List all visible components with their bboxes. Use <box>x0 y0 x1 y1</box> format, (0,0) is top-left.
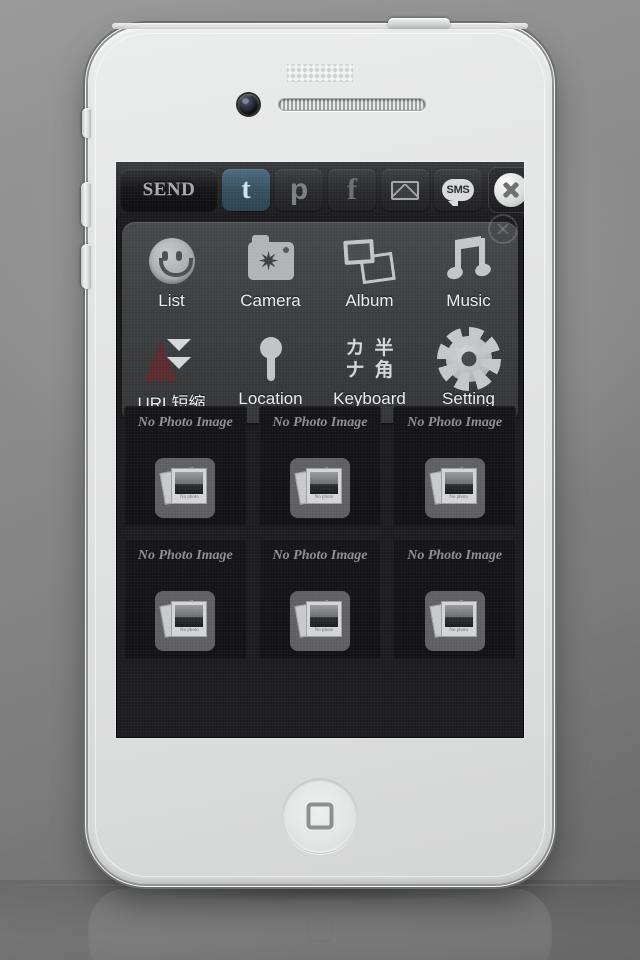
mute-switch[interactable] <box>82 108 91 138</box>
iphone-device: SEND t p f SMS List ✷ Camera Album Music… <box>81 18 552 884</box>
kana-char: 角 <box>374 358 394 381</box>
gallery-thumb[interactable]: No Photo Image No photo <box>258 539 382 659</box>
tool-camera-label: Camera <box>240 291 301 310</box>
kana-hankaku-icon: カ 半 ナ 角 <box>341 333 399 385</box>
proximity-sensor-dots <box>287 64 353 82</box>
close-icon <box>494 173 524 207</box>
gallery-thumb[interactable]: No Photo Image No photo <box>393 406 516 526</box>
photo-stack-icon: No photo <box>289 591 350 651</box>
twitter-share-button[interactable]: t <box>222 169 270 211</box>
power-button[interactable] <box>388 18 450 29</box>
posterous-icon: p <box>289 173 309 206</box>
facebook-share-button[interactable]: f <box>328 169 376 211</box>
home-button[interactable] <box>282 778 358 854</box>
smiley-icon <box>148 235 195 287</box>
screenshot-stage: SEND t p f SMS List ✷ Camera Album Music… <box>0 0 640 960</box>
tool-list-label: List <box>158 291 185 310</box>
thumb-caption: No Photo Image <box>137 548 233 563</box>
reflection-home-button <box>281 890 359 960</box>
music-note-icon <box>445 235 492 287</box>
kana-char: 半 <box>374 336 394 359</box>
photo-gallery-grid: No Photo Image No photo No Photo Image N… <box>116 394 524 671</box>
gallery-thumb[interactable]: No Photo Image No photo <box>393 539 516 659</box>
device-reflection <box>88 888 552 960</box>
url-shorten-icon <box>144 333 199 385</box>
tool-row-primary: List ✷ Camera Album Music <box>122 222 518 320</box>
tool-music-label: Music <box>446 291 491 310</box>
photo-stack-icon: No photo <box>289 458 350 518</box>
gallery-thumb[interactable]: No Photo Image No photo <box>258 406 382 526</box>
sms-icon-label: SMS <box>446 184 470 196</box>
earpiece-speaker-grille <box>278 98 426 111</box>
photo-stack-icon-caption: No photo <box>179 628 199 633</box>
volume-down-button[interactable] <box>81 244 91 289</box>
gear-icon <box>445 333 492 385</box>
ghost-close-icon <box>488 214 518 244</box>
photo-stack-icon: No photo <box>155 591 216 651</box>
sms-share-button[interactable]: SMS <box>434 169 482 211</box>
photo-stack-icon-caption: No photo <box>314 495 334 500</box>
top-edge-highlight <box>112 23 528 29</box>
tool-camera[interactable]: ✷ Camera <box>221 222 320 320</box>
tool-album[interactable]: Album <box>320 222 419 320</box>
close-button[interactable] <box>488 167 524 213</box>
camera-icon: ✷ <box>247 235 294 287</box>
tool-panel: List ✷ Camera Album Music URL短縮 Location… <box>122 222 518 423</box>
thumb-caption: No Photo Image <box>407 415 503 430</box>
sms-icon: SMS <box>442 179 474 206</box>
gallery-thumb[interactable]: No Photo Image No photo <box>124 539 247 659</box>
photo-stack-icon-caption: No photo <box>179 495 199 500</box>
mail-share-button[interactable] <box>381 169 429 211</box>
photo-stack-icon: No photo <box>424 591 485 651</box>
volume-up-button[interactable] <box>81 182 91 227</box>
map-pin-icon <box>259 333 282 385</box>
photo-stack-icon-caption: No photo <box>449 628 469 633</box>
send-button[interactable]: SEND <box>121 169 217 211</box>
thumb-caption: No Photo Image <box>137 415 233 430</box>
tool-album-label: Album <box>345 291 394 310</box>
send-button-label: SEND <box>142 179 196 200</box>
device-screen: SEND t p f SMS List ✷ Camera Album Music… <box>116 162 524 738</box>
posterous-share-button[interactable]: p <box>275 169 323 211</box>
kana-char: カ <box>345 336 365 359</box>
twitter-icon: t <box>241 174 251 205</box>
photo-stack-icon-caption: No photo <box>314 628 334 633</box>
thumb-caption: No Photo Image <box>272 548 368 563</box>
facebook-icon: f <box>347 173 357 206</box>
thumb-caption: No Photo Image <box>407 548 503 563</box>
photo-stack-icon-caption: No photo <box>449 495 469 500</box>
kana-char: ナ <box>345 358 365 381</box>
mail-icon <box>391 180 419 200</box>
front-camera-icon <box>238 94 259 115</box>
photo-stack-icon: No photo <box>155 458 216 518</box>
album-icon <box>342 235 396 287</box>
photo-stack-icon: No photo <box>424 458 485 518</box>
gallery-thumb[interactable]: No Photo Image No photo <box>124 406 247 526</box>
tool-list[interactable]: List <box>122 222 221 320</box>
thumb-caption: No Photo Image <box>272 415 368 430</box>
app-toolbar: SEND t p f SMS <box>116 162 524 218</box>
